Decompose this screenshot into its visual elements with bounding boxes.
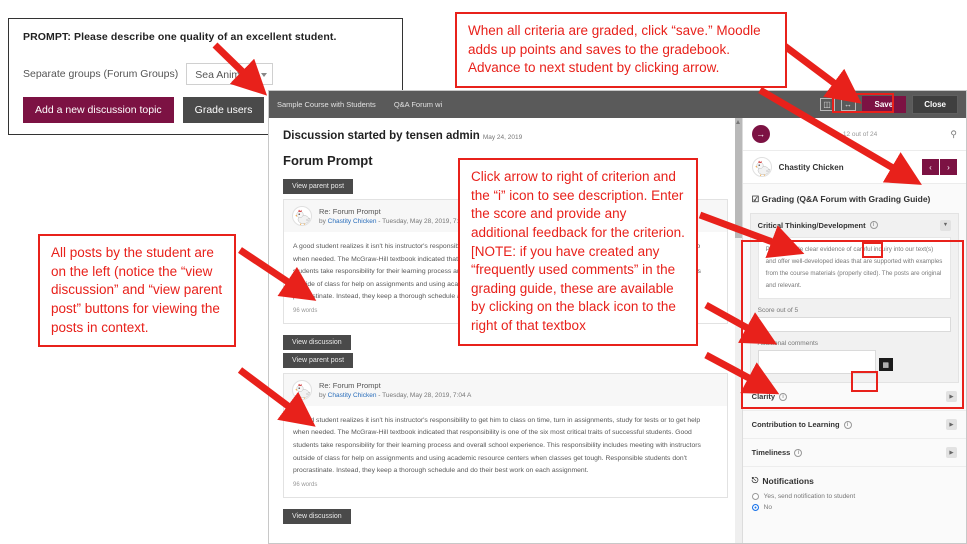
group-select[interactable]: Sea Animals (186, 63, 273, 85)
comments-row: ▦ (757, 350, 951, 375)
post-word-count: 96 words (293, 481, 318, 488)
separate-groups-label: Separate groups (Forum Groups) (23, 68, 179, 80)
criterion-card-critical-thinking: Critical Thinking/Development i ▼ Posts … (749, 212, 959, 384)
notifications-title: ⎋ Notifications (743, 467, 966, 491)
radio-icon-selected[interactable] (751, 504, 759, 512)
scrollbar-thumb[interactable] (734, 118, 742, 238)
notification-option-yes[interactable]: Yes, send notification to student (743, 491, 966, 502)
chevron-down-icon[interactable]: ▼ (940, 219, 951, 231)
student-name: Chastity Chicken (778, 162, 844, 172)
criterion-row-timeliness[interactable]: Timeliness i ▶ (742, 439, 966, 468)
next-student-button[interactable]: › (940, 159, 957, 175)
post-context-buttons-3: View discussion (283, 508, 728, 524)
info-icon[interactable]: i (843, 420, 852, 429)
notification-option-no[interactable]: No (743, 502, 966, 513)
student-count: 12 out of 24 (842, 130, 878, 138)
discussion-started-by-text: Discussion started by tensen admin (283, 130, 480, 142)
score-input[interactable] (757, 317, 951, 333)
grade-users-button[interactable]: Grade users (182, 97, 265, 123)
search-icon[interactable]: ⚲ (950, 129, 957, 140)
moodle-topbar: Sample Course with Students Q&A Forum wi… (269, 91, 966, 118)
post-subject: Re: Forum Prompt (319, 207, 381, 216)
layout-split-icon[interactable]: ◫ (819, 98, 835, 111)
discussion-date: May 24, 2019 (482, 134, 523, 141)
discussion-started-by: Discussion started by tensen admin May 24… (283, 130, 728, 142)
forum-post: Re: Forum Prompt by Chastity Chicken - T… (283, 372, 728, 498)
layout-expand-icon[interactable]: ↔ (840, 98, 856, 111)
separate-groups-row: Separate groups (Forum Groups) Sea Anima… (23, 63, 388, 85)
student-nav-arrows: ‹ › (922, 159, 957, 175)
callout-save-instructions: When all criteria are graded, click “sav… (455, 12, 787, 88)
avatar (292, 206, 312, 226)
additional-comments-input[interactable] (757, 350, 876, 375)
criterion-description: Posts provide clear evidence of careful … (757, 236, 951, 300)
scroll-up-icon[interactable] (735, 120, 740, 124)
post-author-link[interactable]: Chastity Chicken (328, 392, 377, 399)
criterion-header[interactable]: Critical Thinking/Development i ▼ (757, 219, 951, 231)
add-discussion-topic-button[interactable]: Add a new discussion topic (23, 97, 174, 123)
callout-criterion-instructions: Click arrow to right of criterion and th… (458, 158, 698, 346)
grading-panel-header: → 12 out of 24 ⚲ (742, 118, 966, 151)
grading-panel: → 12 out of 24 ⚲ Chastity Chicken ‹ › ☑ … (741, 118, 966, 543)
topbar-actions: ◫ ↔ Save Close (819, 95, 958, 114)
forum-prompt-text: PROMPT: Please describe one quality of a… (23, 31, 337, 43)
chevron-down-icon (260, 73, 267, 77)
radio-icon[interactable] (751, 493, 759, 501)
criterion-name: Contribution to Learning (751, 420, 840, 430)
bell-icon: ⎋ (751, 475, 759, 486)
grading-section-title: ☑ Grading (Q&A Forum with Grading Guide) (751, 194, 931, 204)
discussion-scrollbar[interactable] (734, 118, 742, 543)
previous-student-button[interactable]: ‹ (922, 159, 939, 175)
view-discussion-button[interactable]: View discussion (283, 508, 351, 524)
view-parent-post-button[interactable]: View parent post (283, 352, 354, 368)
breadcrumb-course[interactable]: Sample Course with Students (277, 100, 376, 109)
close-button[interactable]: Close (912, 95, 958, 114)
breadcrumb-activity[interactable]: Q&A Forum wi (394, 100, 442, 109)
collapse-panel-icon[interactable]: → (751, 125, 770, 143)
criterion-row-contribution[interactable]: Contribution to Learning i ▶ (742, 411, 966, 440)
view-discussion-button[interactable]: View discussion (283, 334, 351, 350)
post-header: Re: Forum Prompt by Chastity Chicken - T… (284, 373, 727, 406)
frequently-used-comments-icon[interactable]: ▦ (878, 358, 893, 372)
criterion-name: Critical Thinking/Development (757, 220, 866, 230)
comments-label: Additional comments (757, 340, 819, 348)
chevron-right-icon[interactable]: ▶ (946, 419, 957, 431)
avatar (292, 379, 312, 400)
criterion-name: Clarity (751, 392, 776, 402)
post-byline: by Chastity Chicken - Tuesday, May 28, 2… (319, 391, 472, 399)
callout-posts-instructions: All posts by the student are on the left… (38, 234, 236, 348)
info-icon[interactable]: i (869, 221, 878, 230)
post-subject: Re: Forum Prompt (319, 380, 381, 390)
criterion-name: Timeliness (751, 448, 791, 458)
group-select-value: Sea Animals (195, 69, 254, 81)
avatar (751, 157, 772, 177)
score-label: Score out of 5 (757, 307, 799, 315)
info-icon[interactable]: i (794, 448, 803, 457)
info-icon[interactable]: i (779, 392, 788, 401)
view-parent-post-button[interactable]: View parent post (283, 179, 354, 194)
post-body: A good student realizes it isn't his ins… (293, 416, 701, 475)
post-author-link[interactable]: Chastity Chicken (328, 218, 377, 225)
post-meta: Re: Forum Prompt by Chastity Chicken - T… (319, 381, 471, 399)
notification-option-label: Yes, send notification to student (763, 493, 856, 501)
student-row: Chastity Chicken ‹ › (742, 151, 966, 184)
save-button[interactable]: Save (861, 96, 907, 113)
chevron-right-icon[interactable]: ▶ (946, 447, 957, 459)
chevron-right-icon[interactable]: ▶ (946, 391, 957, 403)
post-meta: Re: Forum Prompt by Chastity Chicken - T… (319, 207, 471, 225)
post-byline: by Chastity Chicken - Tuesday, May 28, 2… (319, 218, 472, 225)
notifications-title-text: Notifications (762, 475, 814, 486)
notification-option-label: No (763, 504, 772, 512)
criterion-row-clarity[interactable]: Clarity i ▶ (742, 383, 966, 412)
